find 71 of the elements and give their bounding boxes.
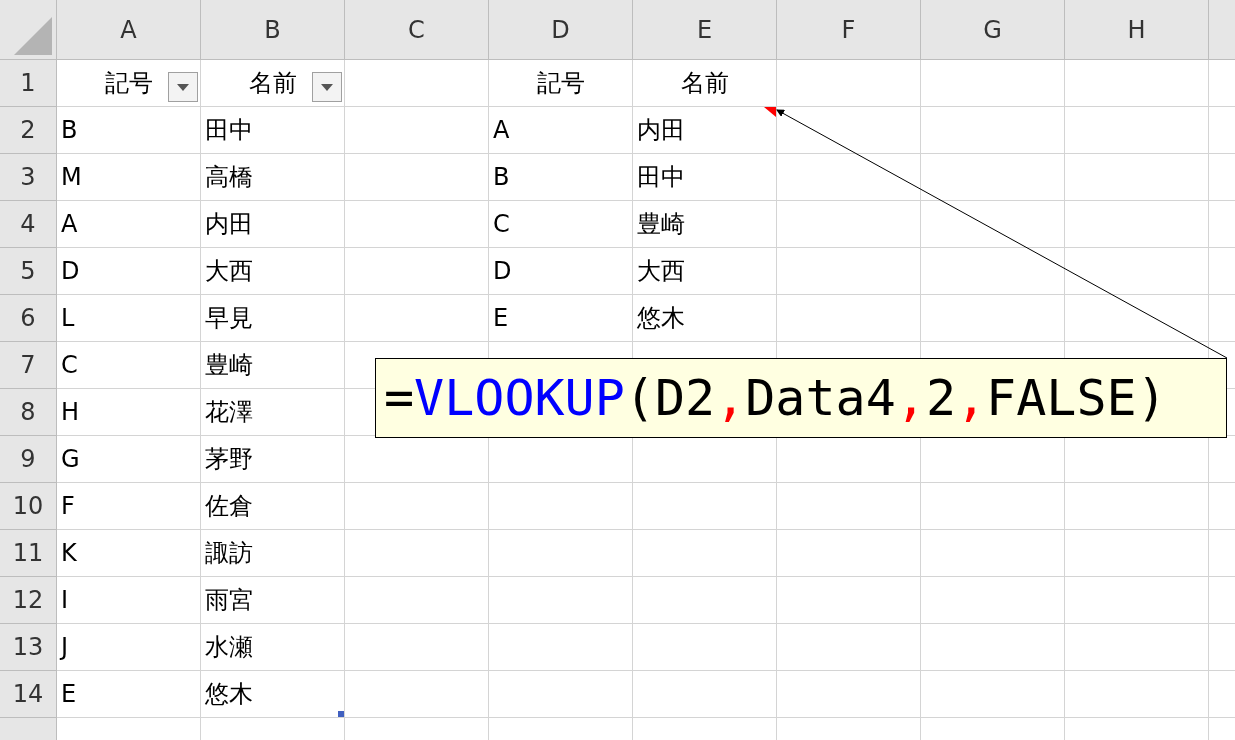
cell-text: G [61,444,80,475]
row-header[interactable]: 9 [0,436,57,483]
row-header[interactable]: 11 [0,530,57,577]
row-header[interactable]: 4 [0,201,57,248]
row-header[interactable]: 3 [0,154,57,201]
row-header[interactable]: 10 [0,483,57,530]
cell-text: D [61,256,80,287]
cell-text: 悠木 [205,679,253,710]
cell-text: 悠木 [637,303,685,334]
table-resize-handle-icon[interactable] [338,711,344,717]
cell-text: 早見 [205,303,253,334]
row-header[interactable]: 2 [0,107,57,154]
cell-text: I [61,585,69,616]
column-header[interactable]: D [489,0,633,60]
cell-text: 大西 [205,256,253,287]
row-header[interactable]: 13 [0,624,57,671]
cell-text: E [61,679,77,710]
row-header[interactable]: 12 [0,577,57,624]
cell-text: 名前 [680,68,729,99]
cell-text: 内田 [205,209,253,240]
cell-text: L [61,303,75,334]
column-header[interactable]: A [57,0,201,60]
cell-text: 豊崎 [205,350,253,381]
cell-text: 内田 [637,115,685,146]
cell-text: 諏訪 [205,538,253,569]
dropdown-arrow-icon [321,83,333,91]
column-header[interactable]: F [777,0,921,60]
row-header[interactable]: 7 [0,342,57,389]
cell-text: J [61,632,69,663]
cell-text: A [61,209,78,240]
dropdown-arrow-icon [177,83,189,91]
cell-text: 水瀬 [205,632,253,663]
column-header[interactable] [1209,0,1235,60]
column-header[interactable]: H [1065,0,1209,60]
filter-button[interactable] [312,72,342,102]
column-header[interactable]: E [633,0,777,60]
cell-text: E [493,303,509,334]
cell-text: 記号 [536,68,585,99]
row-header[interactable]: 5 [0,248,57,295]
select-all-triangle-icon[interactable] [14,17,52,55]
column-header[interactable]: C [345,0,489,60]
cell-text: B [493,162,510,193]
row-header[interactable]: 8 [0,389,57,436]
cell-text: 高橋 [205,162,253,193]
cell-text: D [493,256,512,287]
row-header[interactable]: 1 [0,60,57,107]
filter-button[interactable] [168,72,198,102]
cell-text: 豊崎 [637,209,685,240]
cell-text: C [493,209,510,240]
cell-text: 名前 [248,68,297,99]
row-header[interactable]: 14 [0,671,57,718]
row-header[interactable]: 6 [0,295,57,342]
cell-text: 大西 [637,256,685,287]
cell-text: 田中 [205,115,253,146]
cell-text: 佐倉 [205,491,253,522]
cell-text: B [61,115,78,146]
cell-text: A [493,115,510,146]
cell-text: C [61,350,78,381]
cell-text: F [61,491,75,522]
select-all-corner[interactable] [0,0,57,60]
cell-text: 茅野 [205,444,253,475]
column-header[interactable]: B [201,0,345,60]
column-header[interactable]: G [921,0,1065,60]
cell-text: 記号 [104,68,153,99]
cell-text: 田中 [637,162,685,193]
cell-text: M [61,162,82,193]
cell-text: 花澤 [205,397,253,428]
cell-text: K [61,538,77,569]
cell-text: 雨宮 [205,585,253,616]
cell-text: H [61,397,80,428]
formula-text: =VLOOKUP(D2,Data4,2,FALSE) [384,373,1167,423]
